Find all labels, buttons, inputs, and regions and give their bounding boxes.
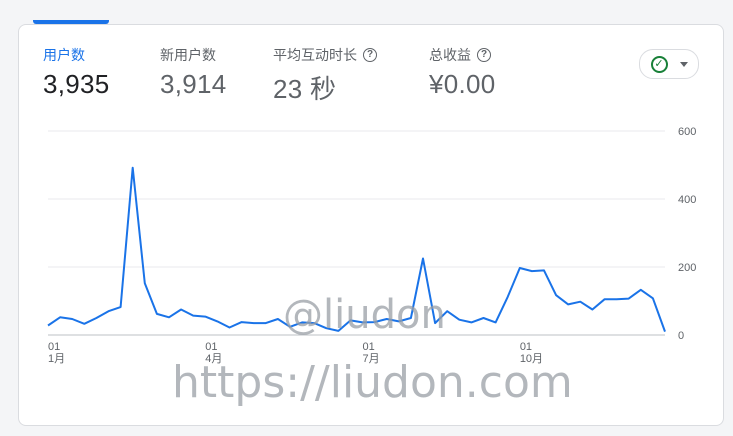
watermark-handle: @liudon bbox=[283, 292, 446, 338]
y-tick-label: 600 bbox=[678, 126, 696, 138]
watermark-url: https://liudon.com bbox=[172, 357, 573, 408]
line-chart: 0200400600 011月014月017月0110月 @liudon htt… bbox=[47, 126, 696, 408]
x-tick-day: 01 bbox=[520, 341, 532, 353]
x-tick-day: 01 bbox=[48, 341, 60, 353]
y-axis-ticks: 0 200 400 600 bbox=[678, 126, 696, 342]
y-tick-label: 400 bbox=[678, 194, 696, 206]
x-tick-day: 01 bbox=[205, 341, 217, 353]
y-tick-label: 0 bbox=[678, 330, 684, 342]
x-tick-month: 1月 bbox=[48, 353, 65, 365]
x-tick-day: 01 bbox=[363, 341, 375, 353]
y-tick-label: 200 bbox=[678, 262, 696, 274]
